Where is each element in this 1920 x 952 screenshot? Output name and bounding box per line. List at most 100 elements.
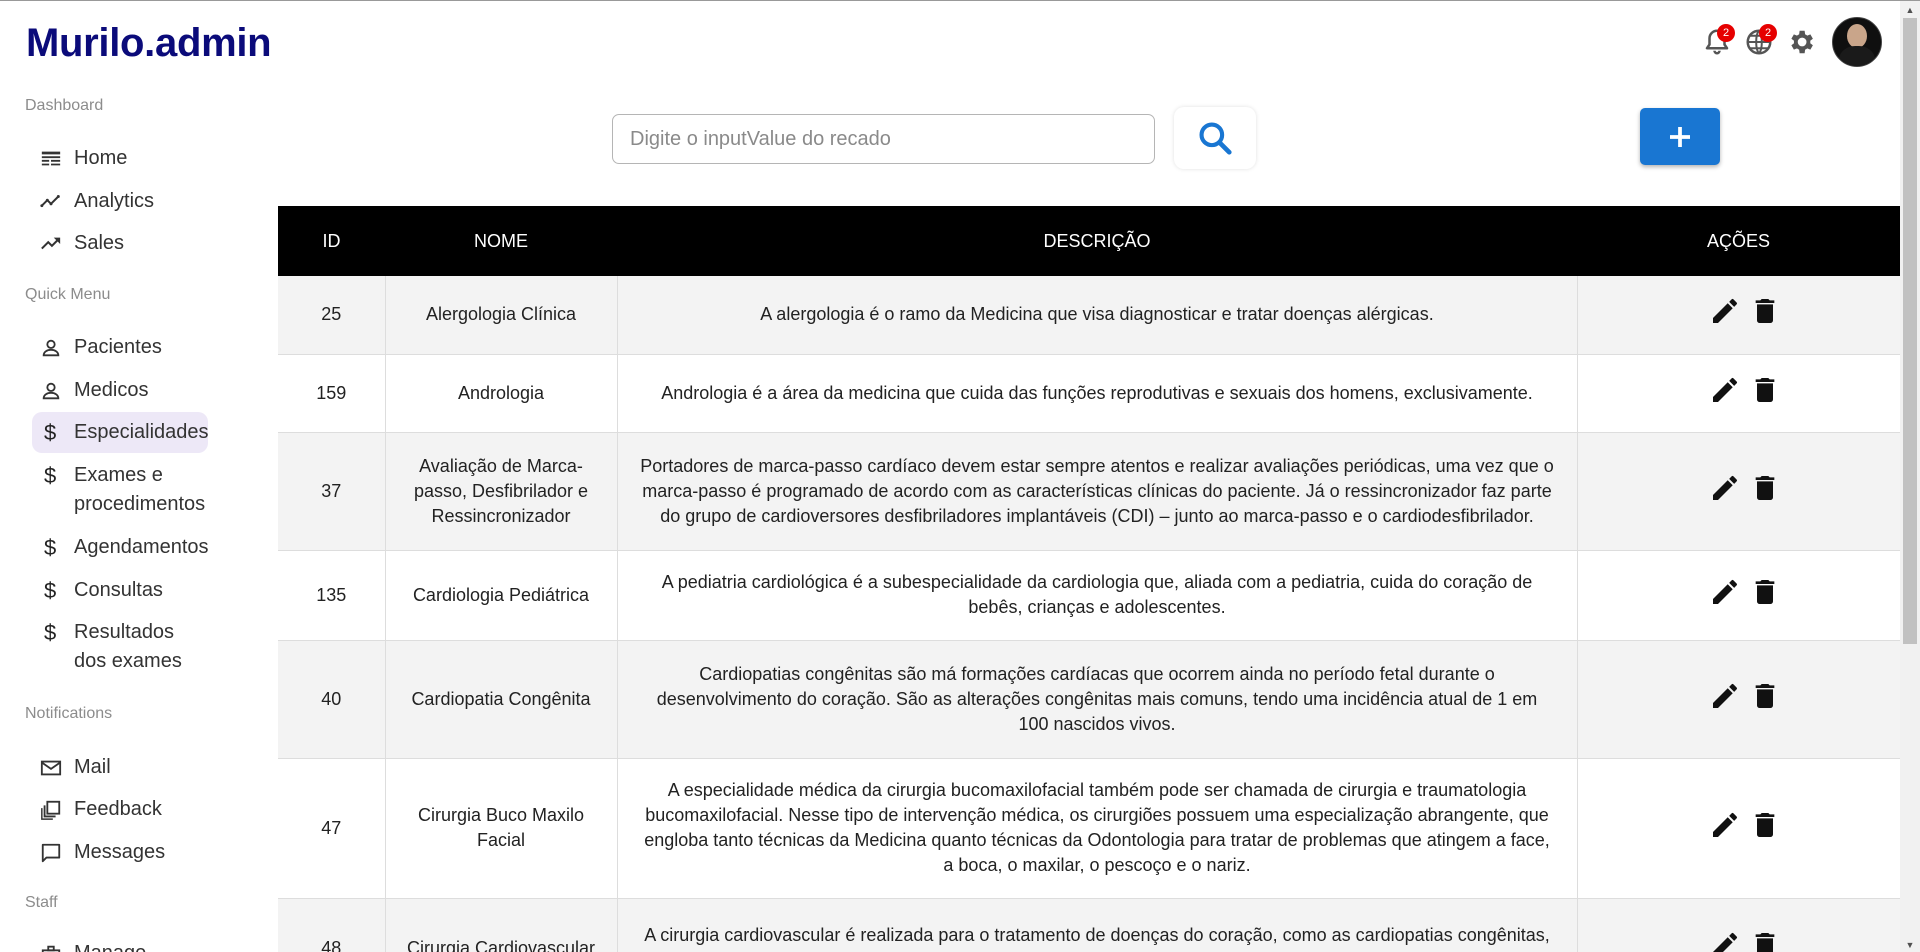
column-header-descricao: DESCRIÇÃO	[1043, 230, 1151, 251]
table-body: 25 Alergologia Clínica A alergologia é o r…	[278, 276, 1900, 952]
timeline-icon	[40, 187, 62, 216]
sidebar-item-pacientes[interactable]: Pacientes	[32, 327, 208, 368]
sidebar-item-messages[interactable]: Messages	[32, 832, 208, 873]
scroll-down-arrow[interactable]: ▼	[1900, 936, 1920, 952]
cell-descricao: Cardiopatias congênitas são má formações…	[617, 640, 1578, 759]
sidebar-item-medicos[interactable]: Medicos	[32, 370, 208, 411]
language-button[interactable]: 2	[1738, 21, 1780, 63]
cell-acoes	[1577, 640, 1900, 759]
feedback-icon	[40, 795, 62, 824]
cell-nome: Cardiopatia Congênita	[385, 640, 618, 759]
sidebar-item-mail[interactable]: Mail	[32, 747, 208, 788]
delete-button[interactable]	[1749, 295, 1781, 334]
edit-button[interactable]	[1709, 472, 1741, 511]
sidebar-item-label: Exames e procedimentos	[74, 464, 206, 515]
sidebar-item-exames-e-procedimentos[interactable]: $ Exames e procedimentos	[32, 455, 208, 525]
cell-nome: Cirurgia Buco Maxilo Facial	[385, 758, 618, 899]
table-row: 37 Avaliação de Marca-passo, Desfibrilado…	[278, 432, 1900, 551]
sidebar-item-label: Pacientes	[74, 336, 162, 358]
sidebar-item-label: Manage	[74, 939, 146, 952]
sidebar-item-resultados-dos-exames[interactable]: $ Resultados dos exames	[32, 612, 208, 682]
edit-button[interactable]	[1709, 374, 1741, 413]
delete-button[interactable]	[1749, 576, 1781, 615]
trash-icon	[1755, 812, 1775, 837]
table-row: 159 Andrologia Andrologia é a área da medi…	[278, 354, 1900, 433]
trash-icon	[1755, 579, 1775, 604]
row-actions	[1596, 472, 1883, 511]
trash-icon	[1755, 683, 1775, 708]
search-input[interactable]	[612, 114, 1155, 164]
cell-id: 159	[278, 354, 386, 433]
edit-button[interactable]	[1709, 809, 1741, 848]
especialidades-table-container: ID NOME DESCRIÇÃO AÇÕES 25 Alergologia Cl…	[278, 206, 1900, 952]
sidebar-item-especialidades[interactable]: $ Especialidades	[32, 412, 209, 453]
delete-button[interactable]	[1749, 929, 1781, 952]
sidebar-item-label: Medicos	[74, 379, 149, 401]
delete-button[interactable]	[1749, 374, 1781, 413]
sidebar-item-label: Messages	[74, 841, 166, 863]
row-actions	[1596, 929, 1883, 952]
cell-acoes	[1577, 276, 1900, 355]
sidebar-item-label: Mail	[74, 756, 111, 778]
edit-icon	[1712, 812, 1737, 837]
search-icon	[1199, 122, 1232, 155]
person-icon	[40, 376, 62, 405]
sidebar-item-sales[interactable]: Sales	[32, 223, 208, 264]
delete-button[interactable]	[1749, 680, 1781, 719]
cell-nome: Alergologia Clínica	[385, 276, 618, 355]
trash-icon	[1755, 932, 1775, 952]
edit-button[interactable]	[1709, 576, 1741, 615]
cell-id: 25	[278, 276, 386, 355]
cell-acoes	[1577, 432, 1900, 551]
cell-nome: Avaliação de Marca-passo, Desfibrilador …	[385, 432, 618, 551]
cell-id: 37	[278, 432, 386, 551]
scroll-thumb[interactable]	[1903, 18, 1917, 644]
edit-icon	[1712, 377, 1737, 402]
section-title-notifications: Notifications	[25, 705, 113, 722]
cell-id: 40	[278, 640, 386, 759]
section-title-dashboard: Dashboard	[25, 97, 104, 114]
sidebar-item-consultas[interactable]: $ Consultas	[32, 570, 208, 611]
trash-icon	[1755, 299, 1775, 324]
search-button[interactable]	[1174, 107, 1256, 169]
sidebar-item-label: Analytics	[74, 190, 155, 212]
sidebar-item-analytics[interactable]: Analytics	[32, 181, 208, 222]
person-icon	[40, 333, 62, 362]
scroll-up-arrow[interactable]: ▲	[1900, 1, 1920, 18]
sidebar-item-agendamentos[interactable]: $ Agendamentos	[32, 527, 209, 568]
cell-nome: Cirurgia Cardiovascular	[385, 898, 618, 952]
settings-button[interactable]	[1780, 21, 1822, 63]
brand-logo[interactable]: Murilo.admin	[26, 21, 272, 66]
cell-descricao: A cirurgia cardiovascular é realizada pa…	[617, 898, 1578, 952]
cell-id: 47	[278, 758, 386, 899]
edit-icon	[1712, 932, 1737, 952]
dollar-icon: $	[44, 463, 57, 488]
delete-button[interactable]	[1749, 809, 1781, 848]
row-actions	[1596, 680, 1883, 719]
add-button[interactable]	[1640, 108, 1720, 165]
delete-button[interactable]	[1749, 472, 1781, 511]
sidebar-item-label: Resultados dos exames	[74, 621, 182, 672]
sidebar-item-label: Sales	[74, 232, 125, 254]
trash-icon	[1755, 377, 1775, 402]
cell-acoes	[1577, 354, 1900, 433]
table-row: 40 Cardiopatia Congênita Cardiopatias cong…	[278, 640, 1900, 759]
cell-acoes	[1577, 758, 1900, 899]
edit-button[interactable]	[1709, 295, 1741, 334]
edit-icon	[1712, 299, 1737, 324]
edit-button[interactable]	[1709, 680, 1741, 719]
cell-acoes	[1577, 898, 1900, 952]
top-right-toolbar: 2 2	[1696, 17, 1882, 67]
dollar-icon: $	[44, 535, 57, 560]
settings-icon	[1791, 30, 1813, 54]
cell-descricao: Andrologia é a área da medicina que cuid…	[617, 354, 1578, 433]
notifications-button[interactable]: 2	[1696, 21, 1738, 63]
sidebar-item-home[interactable]: Home	[32, 138, 208, 179]
avatar[interactable]	[1832, 17, 1882, 67]
cell-acoes	[1577, 550, 1900, 641]
column-header-acoes: AÇÕES	[1706, 230, 1771, 251]
sidebar-item-manage[interactable]: Manage	[32, 933, 208, 952]
sidebar-item-feedback[interactable]: Feedback	[32, 789, 208, 830]
edit-button[interactable]	[1709, 929, 1741, 952]
page-scrollbar[interactable]: ▲ ▼	[1900, 1, 1920, 952]
